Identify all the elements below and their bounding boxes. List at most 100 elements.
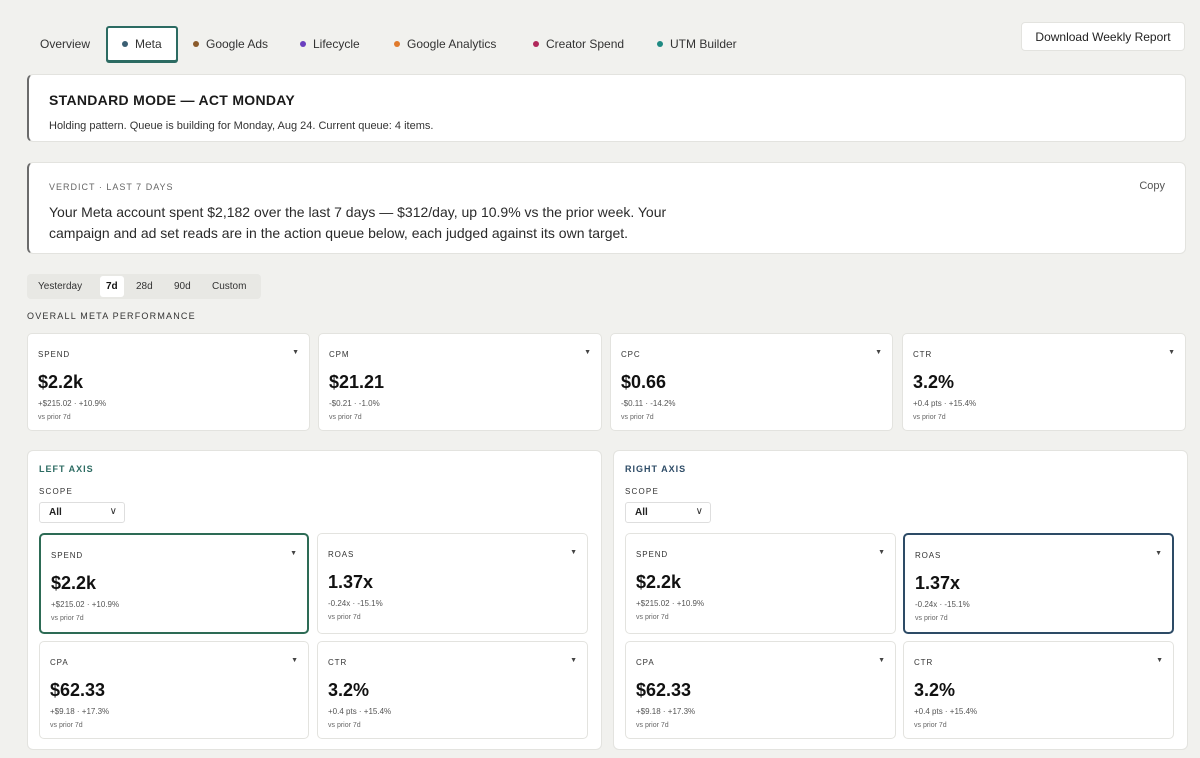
caret-down-icon[interactable]: ▼	[1155, 550, 1162, 557]
metric-value: 3.2%	[914, 680, 956, 700]
metric-value: $62.33	[636, 680, 692, 700]
metric-delta: +0.4 pts · +15.4%	[328, 707, 392, 716]
metric-label: SPEND	[636, 550, 669, 559]
tab-label: Creator Spend	[546, 37, 625, 51]
tab-meta[interactable]: Meta	[106, 26, 178, 62]
caret-down-icon[interactable]: ▼	[878, 549, 885, 556]
tab-google-analytics[interactable]: Google Analytics	[394, 26, 496, 62]
caret-down-icon[interactable]: ▼	[584, 349, 591, 356]
metric-value: 1.37x	[328, 572, 374, 592]
right-metric-card-roas[interactable]: ROAS ▼ 1.37x -0.24x · -15.1% vs prior 7d	[903, 533, 1174, 634]
left-metric-card-ctr[interactable]: CTR ▼ 3.2% +0.4 pts · +15.4% vs prior 7d	[317, 641, 588, 739]
left-scope-select[interactable]: All ∨	[39, 502, 125, 523]
overall-performance-label: OVERALL META PERFORMANCE	[27, 311, 196, 321]
tab-overview[interactable]: Overview	[40, 26, 90, 62]
caret-down-icon[interactable]: ▼	[292, 349, 299, 356]
metric-delta: +0.4 pts · +15.4%	[913, 399, 977, 408]
left-metric-card-roas[interactable]: ROAS ▼ 1.37x -0.24x · -15.1% vs prior 7d	[317, 533, 588, 634]
metric-label: CTR	[913, 350, 933, 359]
metric-comparison: vs prior 7d	[636, 722, 669, 729]
caret-down-icon[interactable]: ▼	[1168, 349, 1175, 356]
metric-comparison: vs prior 7d	[913, 414, 946, 421]
caret-down-icon[interactable]: ▼	[291, 657, 298, 664]
metric-delta: +0.4 pts · +15.4%	[914, 707, 978, 716]
metric-delta: +$215.02 · +10.9%	[51, 600, 120, 609]
tab-creator-spend[interactable]: Creator Spend	[533, 26, 624, 62]
right-metric-card-spend[interactable]: SPEND ▼ $2.2k +$215.02 · +10.9% vs prior…	[625, 533, 896, 634]
metric-label: SPEND	[51, 551, 84, 560]
range-28d[interactable]: 28d	[136, 274, 153, 299]
metric-card-cpc[interactable]: CPC ▼ $0.66 -$0.11 · -14.2% vs prior 7d	[610, 333, 893, 431]
tab-utm-builder[interactable]: UTM Builder	[657, 26, 737, 62]
metric-label: ROAS	[328, 550, 355, 559]
metric-comparison: vs prior 7d	[636, 614, 669, 621]
metric-delta: -0.24x · -15.1%	[915, 600, 970, 609]
range-90d[interactable]: 90d	[174, 274, 191, 299]
google-ads-dot-icon	[193, 41, 199, 47]
metric-delta: +$9.18 · +17.3%	[50, 707, 110, 716]
tab-lifecycle[interactable]: Lifecycle	[300, 26, 360, 62]
metric-comparison: vs prior 7d	[38, 414, 71, 421]
download-weekly-report-button[interactable]: Download Weekly Report	[1021, 22, 1185, 51]
caret-down-icon[interactable]: ▼	[290, 550, 297, 557]
metric-value: 1.37x	[915, 573, 961, 593]
metric-delta: +$215.02 · +10.9%	[38, 399, 107, 408]
metric-value: 3.2%	[328, 680, 370, 700]
metric-label: CTR	[914, 658, 934, 667]
right-axis-panel: RIGHT AXIS SCOPE All ∨ SPEND ▼ $2.2k +$2…	[613, 450, 1188, 750]
caret-down-icon[interactable]: ▼	[1156, 657, 1163, 664]
lifecycle-dot-icon	[300, 41, 306, 47]
scope-label: SCOPE	[39, 487, 74, 496]
metric-comparison: vs prior 7d	[328, 614, 361, 621]
right-axis-title: RIGHT AXIS	[625, 464, 687, 474]
chevron-down-icon: ∨	[109, 506, 117, 517]
tab-label: Google Analytics	[407, 37, 497, 51]
range-7d[interactable]: 7d	[100, 276, 124, 297]
scope-value: All	[635, 507, 648, 518]
metric-label: CTR	[328, 658, 348, 667]
caret-down-icon[interactable]: ▼	[570, 657, 577, 664]
metric-comparison: vs prior 7d	[51, 615, 84, 622]
verdict-label: VERDICT · LAST 7 DAYS	[49, 182, 174, 192]
metric-comparison: vs prior 7d	[329, 414, 362, 421]
top-nav: Overview Meta Google Ads Lifecycle Googl…	[0, 0, 1200, 66]
metric-card-cpm[interactable]: CPM ▼ $21.21 -$0.21 · -1.0% vs prior 7d	[318, 333, 602, 431]
verdict-text: Your Meta account spent $2,182 over the …	[49, 204, 667, 241]
verdict-banner: VERDICT · LAST 7 DAYS Your Meta account …	[27, 162, 1186, 254]
metric-value: $2.2k	[38, 372, 84, 392]
scope-label: SCOPE	[625, 487, 660, 496]
copy-button[interactable]: Copy	[1139, 180, 1165, 192]
caret-down-icon[interactable]: ▼	[875, 349, 882, 356]
metric-value: $21.21	[329, 372, 385, 392]
metric-label: CPA	[636, 658, 655, 667]
metric-label: ROAS	[915, 551, 942, 560]
right-scope-select[interactable]: All ∨	[625, 502, 711, 523]
mode-banner: STANDARD MODE — ACT MONDAY Holding patte…	[27, 74, 1186, 142]
range-yesterday[interactable]: Yesterday	[38, 274, 82, 299]
metric-delta: -0.24x · -15.1%	[328, 599, 383, 608]
left-axis-panel: LEFT AXIS SCOPE All ∨ SPEND ▼ $2.2k +$21…	[27, 450, 602, 750]
tab-label: Overview	[40, 37, 91, 51]
metric-label: CPM	[329, 350, 350, 359]
metric-label: CPA	[50, 658, 69, 667]
left-metric-card-spend[interactable]: SPEND ▼ $2.2k +$215.02 · +10.9% vs prior…	[39, 533, 309, 634]
metric-value: $2.2k	[636, 572, 682, 592]
metric-card-ctr[interactable]: CTR ▼ 3.2% +0.4 pts · +15.4% vs prior 7d	[902, 333, 1186, 431]
metric-value: $0.66	[621, 372, 667, 392]
range-custom[interactable]: Custom	[212, 274, 246, 299]
metric-label: SPEND	[38, 350, 71, 359]
meta-dot-icon	[122, 41, 128, 47]
scope-value: All	[49, 507, 62, 518]
left-metric-card-cpa[interactable]: CPA ▼ $62.33 +$9.18 · +17.3% vs prior 7d	[39, 641, 309, 739]
metric-comparison: vs prior 7d	[621, 414, 654, 421]
right-metric-card-ctr[interactable]: CTR ▼ 3.2% +0.4 pts · +15.4% vs prior 7d	[903, 641, 1174, 739]
mode-title: STANDARD MODE — ACT MONDAY	[49, 92, 296, 108]
right-metric-card-cpa[interactable]: CPA ▼ $62.33 +$9.18 · +17.3% vs prior 7d	[625, 641, 896, 739]
metric-comparison: vs prior 7d	[914, 722, 947, 729]
creator-spend-dot-icon	[533, 41, 539, 47]
tab-google-ads[interactable]: Google Ads	[193, 26, 268, 62]
metric-label: CPC	[621, 350, 641, 359]
caret-down-icon[interactable]: ▼	[878, 657, 885, 664]
caret-down-icon[interactable]: ▼	[570, 549, 577, 556]
metric-card-spend[interactable]: SPEND ▼ $2.2k +$215.02 · +10.9% vs prior…	[27, 333, 310, 431]
